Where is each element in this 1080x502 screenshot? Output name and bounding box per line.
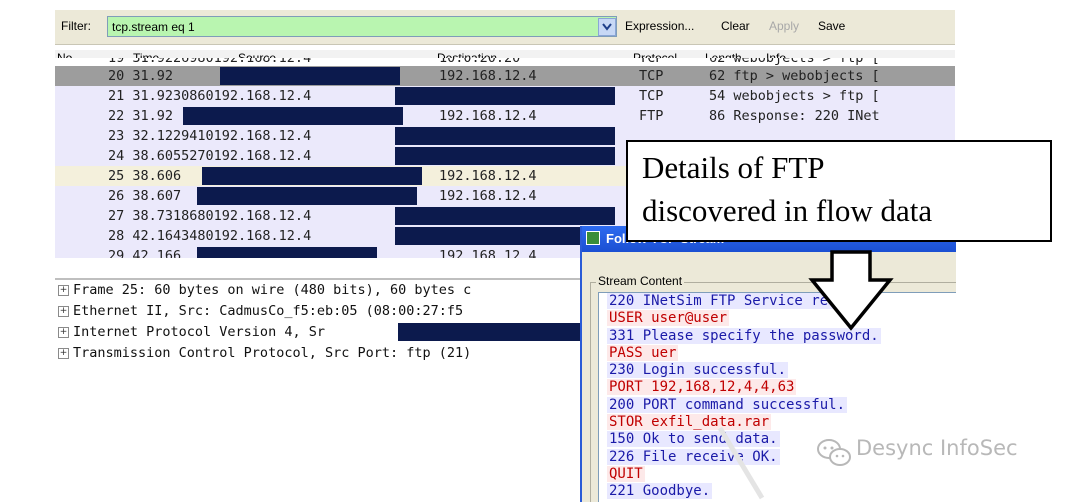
stream-line-text: PORT 192,168,12,4,4,63 [607,379,797,396]
client-stream-line: PORT 192,168,12,4,4,63 [599,379,956,396]
no-time-source-cell: 19 31.9226980192.168.12.4 [108,58,312,66]
client-stream-line: PASS uer [599,344,956,362]
redaction-bar [183,107,403,125]
redaction-bar [197,247,377,258]
info-cell: 62 webobjects > ftp [ [709,58,880,66]
client-stream-line: QUIT [599,465,956,483]
client-stream-line: USER user@user [599,310,956,327]
no-time-source-cell: 25 38.606 [108,168,182,184]
redaction-bar [202,167,422,185]
no-time-source-cell: 26 38.607 [108,188,182,204]
detail-tree-label: Transmission Control Protocol, Src Port:… [73,345,472,361]
redaction-bar [395,207,615,225]
watermark-text: Desync InfoSec [856,436,1018,460]
filter-toolbar: Filter: tcp.stream eq 1 Expression... Cl… [55,10,955,45]
no-time-source-cell: 28 42.1643480192.168.12.4 [108,228,312,244]
apply-button[interactable]: Apply [769,19,799,33]
stream-line-text: USER user@user [607,310,730,327]
no-time-source-cell: 27 38.7318680192.168.12.4 [108,208,312,224]
redaction-bar [395,147,615,165]
filter-label: Filter: [61,19,91,33]
server-stream-line: 331 Please specify the password. [599,327,956,345]
server-stream-line: 220 INetSim FTP Service ready. [599,293,956,310]
no-time-source-cell: 29 42.166 [108,248,182,258]
protocol-cell: FTP [639,108,664,124]
info-cell: 86 Response: 220 INet [709,108,880,124]
table-row[interactable]: 20 31.92 192.168.12.4 TCP 62 ftp > webobje… [55,66,955,86]
detail-tree-label: Frame 25: 60 bytes on wire (480 bits), 6… [73,282,472,298]
redaction-bar [197,187,417,205]
filter-input[interactable]: tcp.stream eq 1 [107,16,617,37]
table-row[interactable]: 19 31.9226980192.168.12.4 10.0.20.20 TCP 6… [55,58,955,66]
protocol-cell: TCP [639,58,664,66]
no-time-source-cell: 22 31.92 [108,108,174,124]
no-time-source-cell: 21 31.9230860192.168.12.4 [108,88,312,104]
no-time-source-cell: 24 38.6055270192.168.12.4 [108,148,312,164]
detail-tree-label: Ethernet II, Src: CadmusCo_f5:eb:05 (08:… [73,303,464,319]
redaction-bar [220,67,400,85]
app-icon [586,231,600,245]
stream-line-text: 221 Goodbye. [607,483,713,500]
expand-icon[interactable]: + [58,348,69,359]
protocol-cell: TCP [639,88,664,104]
expand-icon[interactable]: + [58,285,69,296]
table-row[interactable]: 22 31.92 192.168.12.4 FTP 86 Response: 220… [55,106,955,126]
stream-content-label: Stream Content [596,274,685,288]
stream-line-text: 200 PORT command successful. [607,396,848,413]
stream-line-text: QUIT [607,465,645,482]
info-cell: 62 ftp > webobjects [ [709,68,880,84]
stream-line-text: 230 Login successful. [607,362,789,379]
chevron-down-icon [602,23,612,31]
save-button[interactable]: Save [818,19,845,33]
redaction-bar [398,323,588,341]
expand-icon[interactable]: + [58,306,69,317]
detail-tree-label: Internet Protocol Version 4, Sr [73,324,325,340]
stream-line-text: PASS uer [607,344,679,361]
wechat-icon [817,439,851,466]
filter-dropdown-button[interactable] [598,18,616,36]
no-time-source-cell: 20 31.92 [108,68,174,84]
destination-cell: 192.168.12.4 [439,68,537,84]
watermark-slash [717,426,765,500]
expression-button[interactable]: Expression... [625,19,694,33]
callout-box: Details of FTP discovered in flow data [626,140,1052,242]
table-row[interactable]: 21 31.9230860192.168.12.4 TCP 54 webobjec… [55,86,955,106]
info-cell: 54 webobjects > ftp [ [709,88,880,104]
callout-line-1: Details of FTP [642,150,825,185]
down-arrow-icon [808,250,894,331]
destination-cell: 192.168.12.4 [439,248,537,258]
destination-cell: 192.168.12.4 [439,108,537,124]
redaction-bar [395,87,615,105]
callout-line-2: discovered in flow data [642,193,933,228]
no-time-source-cell: 23 32.1229410192.168.12.4 [108,128,312,144]
destination-cell: 192.168.12.4 [439,168,537,184]
client-stream-line: STOR exfil_data.rar [599,414,956,431]
server-stream-line: 230 Login successful. [599,362,956,379]
server-stream-line: 200 PORT command successful. [599,396,956,414]
clear-button[interactable]: Clear [721,19,750,33]
server-stream-line: 221 Goodbye. [599,483,956,500]
destination-cell: 10.0.20.20 [439,58,521,66]
stream-content-text[interactable]: 220 INetSim FTP Service ready. USER user@… [598,292,956,502]
destination-cell: 192.168.12.4 [439,188,537,204]
expand-icon[interactable]: + [58,327,69,338]
protocol-cell: TCP [639,68,664,84]
redaction-bar [395,127,615,145]
